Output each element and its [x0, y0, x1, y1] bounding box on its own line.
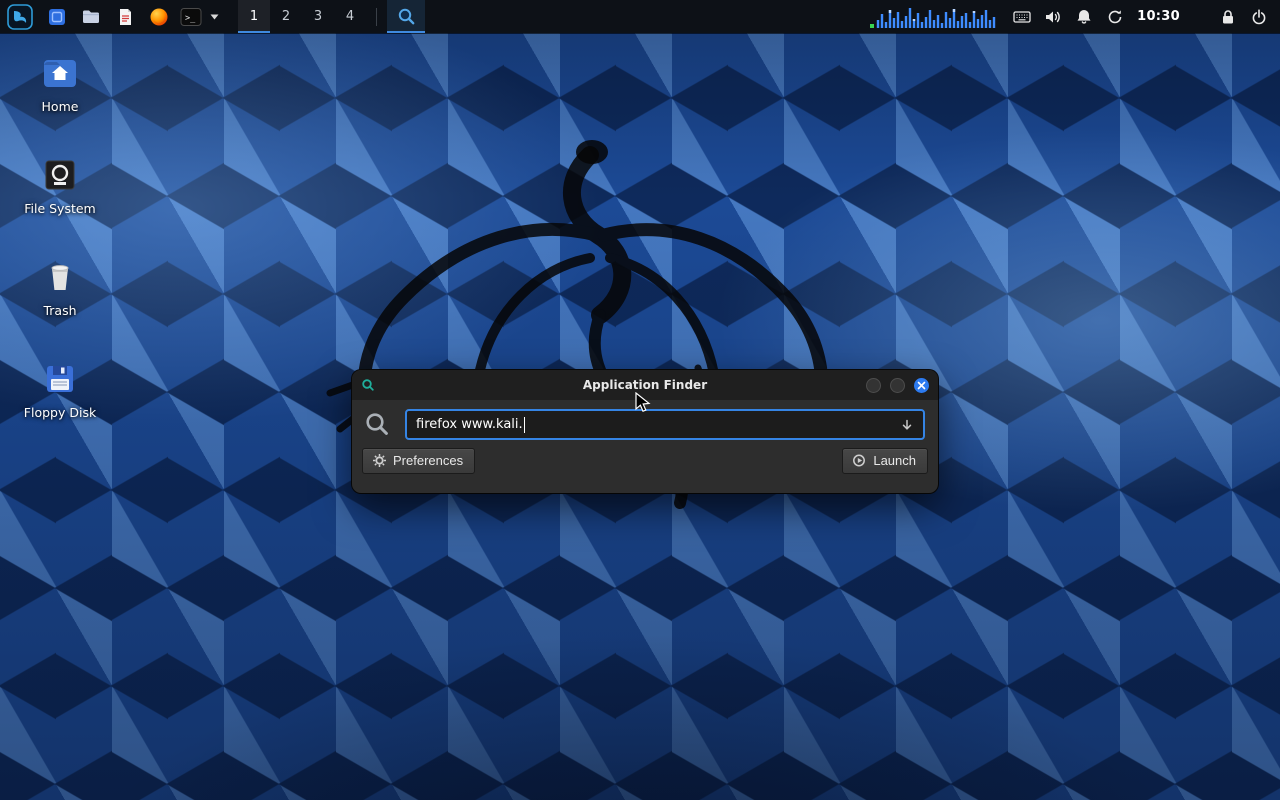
history-dropdown-arrow[interactable] [900, 418, 914, 432]
cpu-graph[interactable] [870, 4, 1000, 30]
launcher-terminal[interactable]: >_ [176, 0, 206, 33]
window-controls [866, 378, 929, 393]
terminal-icon: >_ [180, 6, 202, 28]
magnifier-icon [397, 7, 416, 26]
folder-icon [81, 7, 101, 27]
desktop-icon-label: Home [42, 99, 79, 114]
workspace-3[interactable]: 3 [302, 0, 334, 33]
window-title: Application Finder [352, 378, 938, 392]
maximize-button[interactable] [890, 378, 905, 393]
logout-power-icon[interactable] [1250, 8, 1268, 26]
svg-text:>_: >_ [185, 13, 196, 23]
kali-logo-icon [7, 4, 33, 30]
keyboard-layout-icon[interactable] [1013, 8, 1031, 26]
preferences-button-label: Preferences [393, 453, 463, 468]
launch-button[interactable]: Launch [842, 448, 928, 474]
workspace-2[interactable]: 2 [270, 0, 302, 33]
notifications-bell-icon[interactable] [1075, 8, 1093, 26]
firefox-icon [149, 7, 169, 27]
lock-icon[interactable] [1219, 8, 1237, 26]
panel-separator [376, 8, 377, 26]
desktop-icon-home[interactable]: Home [14, 54, 106, 114]
desktop-icon-label: Floppy Disk [24, 405, 96, 420]
taskbar-app-text-editor[interactable] [108, 0, 142, 33]
floppy-disk-icon [41, 360, 79, 398]
taskbar-app-blue-window[interactable] [40, 0, 74, 33]
gear-icon [372, 453, 387, 468]
blue-window-icon [47, 7, 67, 27]
update-icon[interactable] [1106, 8, 1124, 26]
panel-status-area: 10:30 [870, 0, 1280, 33]
workspace-1[interactable]: 1 [238, 0, 270, 33]
launch-icon [852, 453, 867, 468]
kali-menu-button[interactable] [0, 0, 40, 33]
volume-icon[interactable] [1044, 8, 1062, 26]
desktop-icon-label: Trash [43, 303, 76, 318]
home-icon [41, 54, 79, 92]
window-titlebar[interactable]: Application Finder [352, 370, 938, 400]
clock[interactable]: 10:30 [1137, 9, 1180, 24]
top-panel: >_ 1 2 3 4 [0, 0, 1280, 33]
desktop-icon-area: Home File System Trash Floppy Disk [14, 54, 106, 420]
taskbar-app-file-manager[interactable] [74, 0, 108, 33]
desktop-icon-file-system[interactable]: File System [14, 156, 106, 216]
preferences-button[interactable]: Preferences [362, 448, 475, 474]
arrow-down-icon [900, 418, 914, 432]
taskbar-item-application-finder[interactable] [387, 0, 425, 33]
search-icon [364, 411, 391, 438]
search-input-text: firefox www.kali. [416, 417, 523, 432]
button-row: Preferences Launch [352, 445, 938, 484]
taskbar-app-firefox[interactable] [142, 0, 176, 33]
desktop-icon-trash[interactable]: Trash [14, 258, 106, 318]
close-button[interactable] [914, 378, 929, 393]
text-caret [524, 417, 525, 433]
search-row: firefox www.kali. [352, 400, 938, 445]
workspace-switcher: 1 2 3 4 [238, 0, 366, 33]
search-input[interactable]: firefox www.kali. [405, 409, 925, 440]
document-icon [115, 7, 135, 27]
chevron-down-icon [209, 11, 220, 22]
workspace-4[interactable]: 4 [334, 0, 366, 33]
trash-icon [41, 258, 79, 296]
launch-button-label: Launch [873, 453, 916, 468]
launcher-terminal-dropdown[interactable] [206, 0, 222, 33]
window-magnifier-icon [361, 378, 375, 392]
close-icon [917, 381, 926, 390]
application-finder-window: Application Finder firefox www.kali. [352, 370, 938, 493]
minimize-button[interactable] [866, 378, 881, 393]
file-system-drive-icon [41, 156, 79, 194]
desktop-icon-label: File System [24, 201, 96, 216]
desktop-icon-floppy-disk[interactable]: Floppy Disk [14, 360, 106, 420]
